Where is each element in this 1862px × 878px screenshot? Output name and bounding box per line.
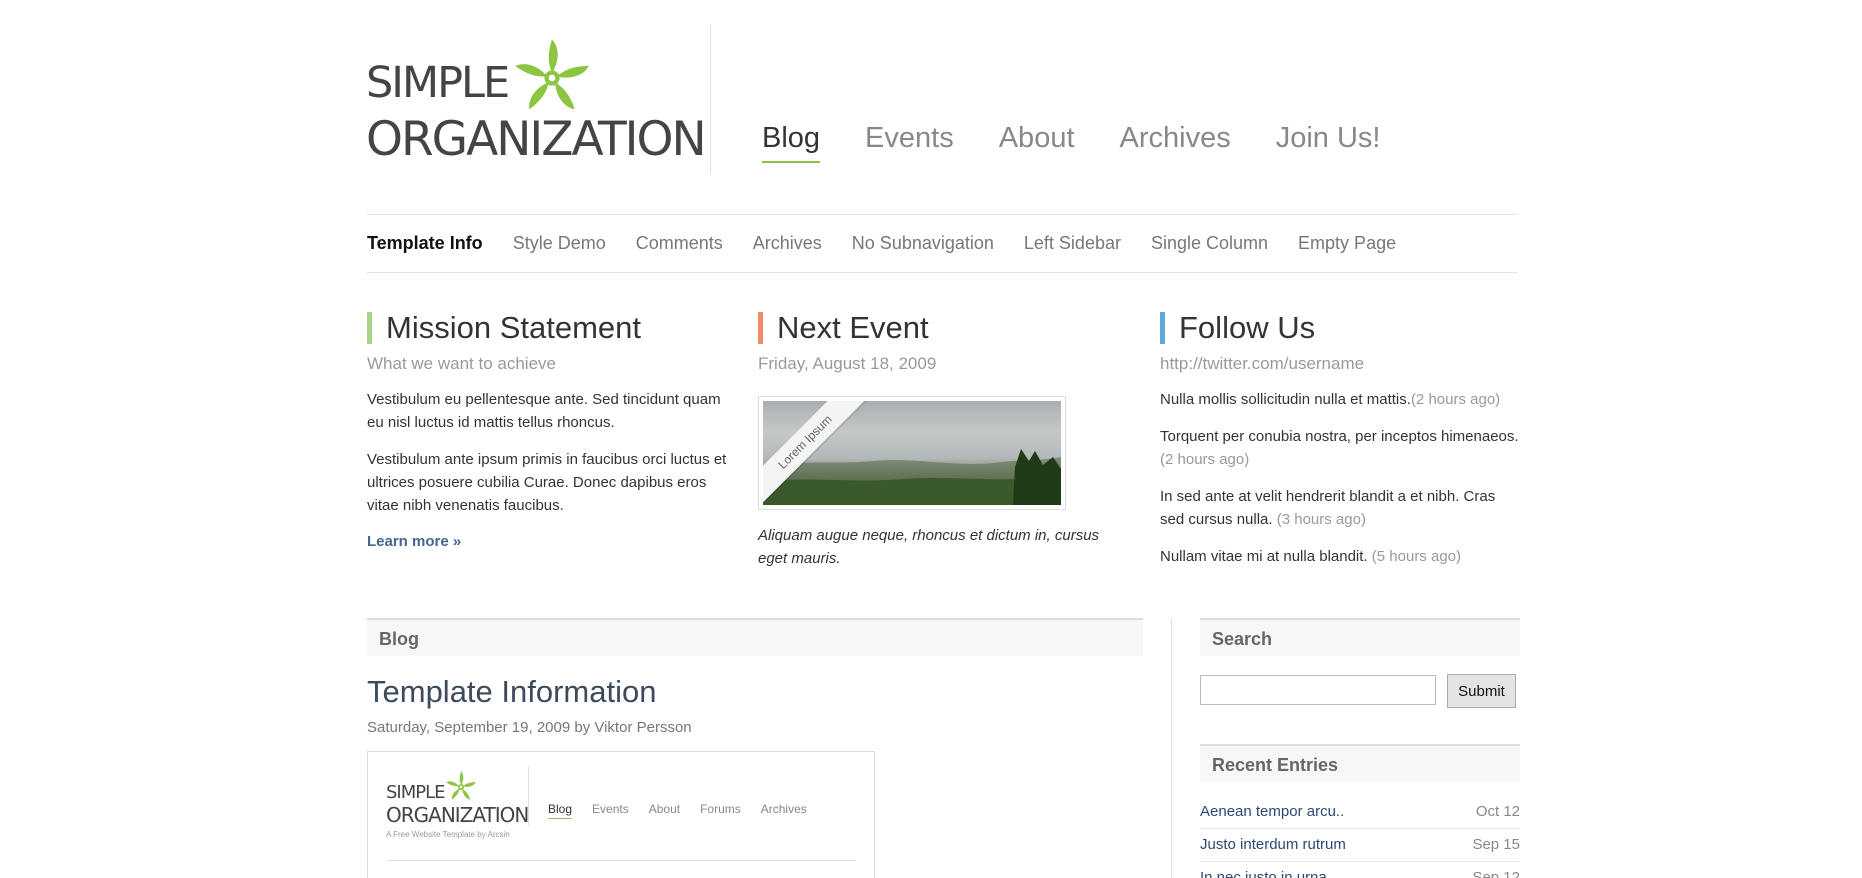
list-item[interactable]: Aenean tempor arcu.. Oct 12 — [1200, 796, 1520, 829]
mission-paragraph: Vestibulum ante ipsum primis in faucibus… — [367, 451, 727, 514]
sub-nav-comments[interactable]: Comments — [636, 233, 723, 254]
event-caption: Aliquam augue neque, rhoncus et dictum i… — [758, 527, 1100, 567]
search-input[interactable] — [1200, 675, 1436, 705]
learn-more-link[interactable]: Learn more » — [367, 533, 461, 550]
mission-title: Mission Statement — [367, 312, 732, 344]
flower-icon — [515, 39, 589, 110]
post-thumbnail[interactable]: SIMPLE ORGANIZATION A Free Website Templ… — [367, 751, 875, 878]
divider — [367, 214, 1518, 215]
follow-title: Follow Us — [1160, 312, 1520, 344]
main-nav-blog[interactable]: Blog — [762, 122, 821, 163]
entry-date: Oct 12 — [1475, 803, 1520, 820]
entry-title[interactable]: In nec justo in urna — [1200, 862, 1327, 878]
tweet-text: Nulla mollis sollicitudin nulla et matti… — [1160, 391, 1411, 408]
post-title[interactable]: Template Information — [367, 674, 656, 710]
thumbnail-divider — [528, 766, 529, 826]
list-item[interactable]: Justo interdum rutrum Sep 15 — [1200, 829, 1520, 862]
thumbnail-logo-line1: SIMPLE — [386, 782, 446, 803]
submit-button[interactable]: Submit — [1447, 674, 1516, 708]
tweet-time: (3 hours ago) — [1276, 511, 1366, 528]
main-nav-join-us[interactable]: Join Us! — [1276, 122, 1381, 163]
event-section: Next Event Friday, August 18, 2009 Lorem… — [758, 312, 1108, 570]
tweet-time: (5 hours ago) — [1371, 548, 1461, 565]
follow-section: Follow Us http://twitter.com/username Nu… — [1160, 312, 1520, 568]
main-nav-events[interactable]: Events — [865, 122, 954, 163]
sub-nav-style-demo[interactable]: Style Demo — [513, 233, 606, 254]
entry-title[interactable]: Aenean tempor arcu.. — [1200, 796, 1344, 828]
thumbnail-nav-item: Blog — [548, 802, 573, 819]
post-meta: Saturday, September 19, 2009 by Viktor P… — [367, 719, 692, 736]
tweet-text: Torquent per conubia nostra, per incepto… — [1160, 428, 1519, 445]
twitter-url[interactable]: http://twitter.com/username — [1160, 354, 1520, 374]
tweet: In sed ante at velit hendrerit blandit a… — [1160, 485, 1520, 531]
thumbnail-nav: Blog Events About Forums Archives — [548, 802, 827, 819]
thumbnail-nav-item: Events — [592, 802, 629, 816]
mission-section: Mission Statement What we want to achiev… — [367, 312, 732, 551]
recent-entries-heading: Recent Entries — [1200, 744, 1520, 782]
tweet: Nullam vitae mi at nulla blandit. (5 hou… — [1160, 545, 1520, 568]
thumbnail-logo: SIMPLE ORGANIZATION — [386, 782, 529, 827]
sub-nav-archives[interactable]: Archives — [753, 233, 822, 254]
main-nav: Blog Events About Archives Join Us! — [762, 122, 1425, 163]
sub-nav-no-subnavigation[interactable]: No Subnavigation — [852, 233, 994, 254]
tweet-time: (2 hours ago) — [1160, 451, 1250, 468]
logo-text-line2: ORGANIZATION — [366, 112, 707, 167]
event-photo[interactable]: Lorem Ipsum — [758, 396, 1066, 510]
tweet-time: (2 hours ago) — [1410, 391, 1501, 408]
sub-nav: Template Info Style Demo Comments Archiv… — [367, 233, 1426, 254]
thumbnail-tagline: A Free Website Template by Arcsin — [386, 830, 510, 839]
sub-nav-template-info[interactable]: Template Info — [367, 233, 483, 254]
mission-subtitle: What we want to achieve — [367, 354, 556, 373]
entry-date: Sep 15 — [1472, 836, 1520, 853]
tweet: Torquent per conubia nostra, per incepto… — [1160, 425, 1520, 471]
sub-nav-single-column[interactable]: Single Column — [1151, 233, 1268, 254]
tweet: Nulla mollis sollicitudin nulla et matti… — [1160, 388, 1520, 411]
search-heading: Search — [1200, 618, 1520, 656]
tweet-text: Nullam vitae mi at nulla blandit. — [1160, 548, 1368, 565]
thumbnail-logo-line2: ORGANIZATION — [386, 803, 529, 827]
main-nav-about[interactable]: About — [999, 122, 1075, 163]
divider — [367, 272, 1518, 273]
blog-heading: Blog — [367, 618, 1143, 656]
event-date: Friday, August 18, 2009 — [758, 354, 937, 373]
header-divider — [710, 24, 711, 174]
entry-date: Sep 12 — [1472, 869, 1520, 878]
sidebar-divider — [1171, 618, 1172, 878]
logo-text-line1: SIMPLE — [366, 58, 510, 108]
sub-nav-empty-page[interactable]: Empty Page — [1298, 233, 1396, 254]
entry-title[interactable]: Justo interdum rutrum — [1200, 829, 1346, 861]
landscape-image: Lorem Ipsum — [763, 401, 1061, 505]
page: SIMPLE ORGANIZATION Blog Events About Ar… — [0, 0, 1862, 878]
sub-nav-left-sidebar[interactable]: Left Sidebar — [1024, 233, 1121, 254]
site-logo[interactable]: SIMPLE ORGANIZATION — [366, 38, 707, 168]
mission-paragraph: Vestibulum eu pellentesque ante. Sed tin… — [367, 391, 721, 431]
thumbnail-nav-item: Archives — [760, 802, 807, 816]
list-item[interactable]: In nec justo in urna Sep 12 — [1200, 862, 1520, 878]
event-title: Next Event — [758, 312, 1108, 344]
thumbnail-nav-item: Forums — [700, 802, 741, 816]
main-nav-archives[interactable]: Archives — [1120, 122, 1231, 163]
thumbnail-divider — [386, 860, 856, 861]
recent-entries-list: Aenean tempor arcu.. Oct 12 Justo interd… — [1200, 796, 1520, 878]
thumbnail-nav-item: About — [648, 802, 681, 816]
